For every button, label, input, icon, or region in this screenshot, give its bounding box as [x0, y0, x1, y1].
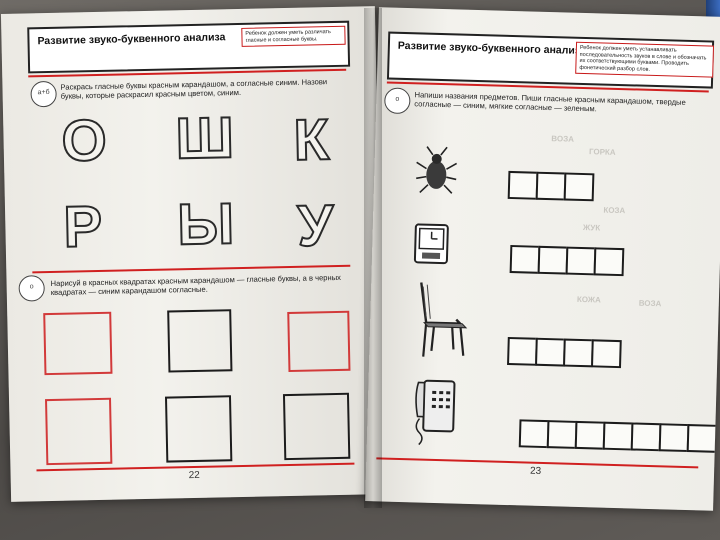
chair-picture	[420, 282, 468, 357]
letter-cell	[658, 423, 690, 453]
left-header-title: Развитие звуко-буквенного анализа	[37, 31, 226, 48]
letter-cell	[509, 244, 541, 274]
letter-cell	[507, 170, 539, 200]
left-page-number: 22	[188, 469, 200, 482]
right-header: Развитие звуко-буквенного анализа Ребено…	[386, 31, 715, 89]
letter-cell	[535, 337, 566, 367]
right-page-number: 23	[529, 465, 542, 477]
left-instruction-1: Раскрась гласные буквы красным карандашо…	[60, 77, 328, 101]
red-square	[287, 310, 351, 373]
word-cells-clock	[509, 244, 625, 277]
letter-cell	[546, 420, 578, 449]
right-instruction: Напиши названия предметов. Пиши гласные …	[414, 90, 686, 114]
word-cells-beetle	[507, 170, 595, 202]
red-square	[43, 311, 113, 376]
right-header-title: Развитие звуко-буквенного анализа	[397, 39, 586, 58]
word-cells-chair	[507, 336, 622, 369]
letter-cell	[590, 339, 622, 369]
letter-cell	[565, 246, 597, 276]
letter-cell	[535, 171, 567, 201]
black-square	[164, 395, 233, 463]
letter-cell	[630, 422, 662, 452]
letter-cell	[593, 247, 625, 277]
background-word: ВОЗА	[551, 134, 575, 144]
beetle-picture	[416, 146, 458, 194]
left-header: Развитие звуко-буквенного анализа Ребено…	[27, 20, 351, 74]
letter-y: Ы	[176, 190, 236, 258]
letter-k: К	[292, 106, 331, 174]
word-cells-telephone	[518, 419, 718, 453]
background-word: ГОРКА	[588, 147, 616, 157]
left-header-note: Ребенок должен уметь различать гласные и…	[241, 25, 346, 47]
letter-cell	[563, 172, 595, 202]
background-word: КОЖА	[576, 294, 602, 305]
letter-r: Р	[62, 193, 104, 261]
right-page: ВОЗА ГОРКА КОЗА ЖУК КОЖА ВОЗА Развитие з…	[365, 7, 720, 511]
background-word: ВОЗА	[638, 298, 662, 309]
book-spine	[364, 8, 382, 508]
letter-sh: Ш	[174, 104, 236, 172]
red-square	[45, 397, 113, 466]
black-square	[167, 309, 233, 373]
background-word: ЖУК	[582, 223, 601, 233]
telephone-picture	[415, 379, 456, 446]
letter-cell	[574, 420, 606, 450]
balloon-icon: o	[384, 87, 411, 115]
letter-cell	[602, 421, 634, 451]
black-square	[282, 392, 351, 461]
letter-u: У	[296, 192, 335, 260]
left-instruction-2: Нарисуй в красных квадратах красным кара…	[50, 272, 342, 297]
clock-picture	[413, 223, 449, 265]
background-word: КОЗА	[603, 205, 626, 216]
letter-cell	[686, 424, 718, 453]
letter-cell	[518, 419, 550, 449]
letter-o: О	[60, 107, 108, 175]
letter-cell	[563, 338, 594, 368]
letter-cell	[507, 336, 538, 366]
balloon-icon: o	[18, 275, 45, 302]
letter-cell	[537, 245, 569, 275]
right-header-note: Ребенок должен уметь устанавливать после…	[575, 41, 715, 78]
left-page: Развитие звуко-буквенного анализа Ребено…	[0, 6, 386, 502]
left-section-redline	[32, 264, 351, 274]
mascot-icon: a+б	[30, 80, 57, 108]
